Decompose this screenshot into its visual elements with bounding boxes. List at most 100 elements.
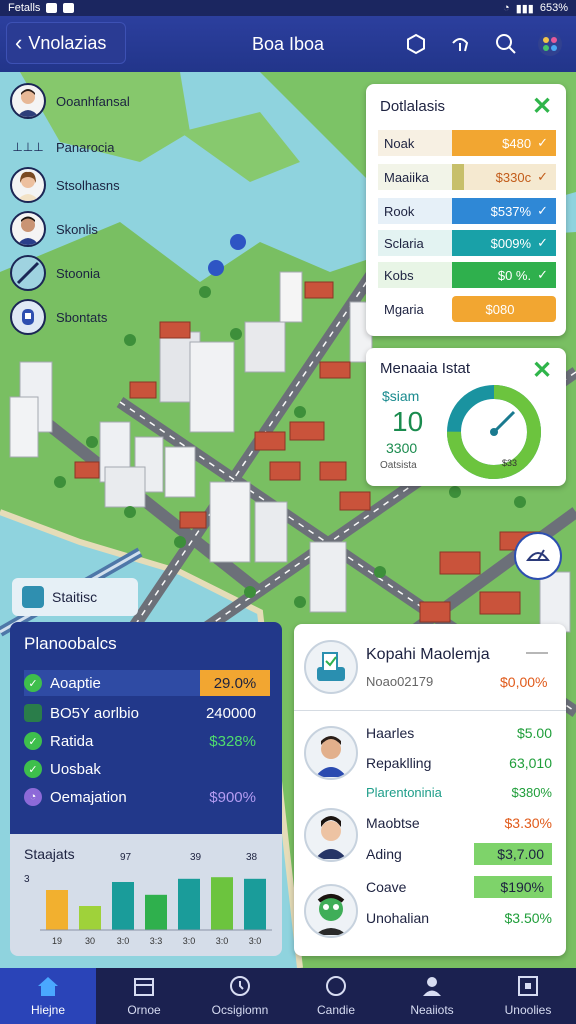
stats-value: 29.0% [200, 670, 270, 696]
detail-label: Mgaria [384, 301, 424, 317]
row-label: Plarentoninia [366, 784, 442, 800]
row-value: $3.50% [504, 910, 552, 926]
check-icon: ✓ [537, 203, 548, 218]
detail-row[interactable]: Mgaria $080 [378, 296, 556, 322]
chart-bar [244, 878, 266, 930]
status-bar: Fetalls ◔ ▮▮▮ 653% [0, 0, 576, 16]
nav-person[interactable]: Neaiiots [384, 968, 480, 1024]
stats-label: Uosbak [50, 760, 101, 778]
detail-row[interactable]: Maaiika $330c ✓ [378, 164, 556, 190]
chart-bar [145, 894, 167, 930]
nav-label: Ocsigiomn [211, 1003, 269, 1017]
check-icon: ✓ [537, 169, 548, 184]
chart-x-label: 3:0 [249, 936, 262, 946]
nav-label: Unoolies [504, 1003, 552, 1017]
search-icon[interactable] [492, 30, 520, 58]
status-left-text: Fetalls [8, 2, 41, 14]
stats-row[interactable]: ◔ Oemajation $900% [24, 784, 270, 810]
list-item[interactable]: Sbontats [10, 298, 107, 336]
settings-icon[interactable] [536, 30, 564, 58]
notification-icon [46, 3, 58, 13]
profile-row[interactable]: Haarles $5.00 [366, 720, 552, 746]
person-name: Ooanhfansal [56, 93, 130, 109]
stats-row[interactable]: BO5Y aorlbio 240000 [24, 700, 270, 726]
row-value: $5.00 [516, 725, 552, 741]
back-button-label: Vnolazias [28, 32, 107, 53]
gauge-title: Menaaia Istat [380, 360, 471, 377]
row-label: Haarles [366, 725, 415, 741]
chart-x-label: 3:0 [183, 936, 196, 946]
chart-x-label: 3:0 [117, 936, 130, 946]
signal-icon: ▮▮▮ [515, 2, 534, 15]
detail-label: Rook [378, 198, 452, 224]
square-icon [518, 976, 538, 996]
profile-row[interactable]: Plarentoninia $380% [366, 779, 552, 805]
person-name: Panarocia [56, 139, 115, 155]
avatar [304, 808, 358, 862]
compass-button[interactable] [514, 532, 562, 580]
gauge-icon [447, 385, 541, 479]
list-item[interactable]: Stoonia [10, 254, 100, 292]
profile-avatar [304, 640, 358, 694]
nav-circle[interactable]: Candie [288, 968, 384, 1024]
list-item[interactable]: Skonlis [10, 210, 98, 248]
nav-square[interactable]: Unoolies [480, 968, 576, 1024]
detail-row[interactable]: Kobs $0 %. ✓ [378, 262, 556, 288]
profile-row[interactable]: Maobtse $3.30% [366, 810, 552, 836]
gauge-sub-value: 3300 [386, 440, 418, 456]
chart-panel: Staajats 97 39 38 3 19 30 3:0 3:3 3:0 3:0 3:0 [10, 834, 282, 956]
wifi-icon: ◔ [503, 2, 510, 14]
check-icon: ✓ [24, 760, 42, 778]
stats-row[interactable]: ✓ Aoaptie 29.0% [24, 670, 270, 696]
detail-row[interactable]: Sclaria $009% ✓ [378, 230, 556, 256]
nav-clock[interactable]: Ocsigiomn [192, 968, 288, 1024]
hanger-icon[interactable] [446, 30, 474, 58]
person-name: Stsolhasns [56, 177, 120, 193]
avatar [10, 167, 46, 203]
detail-value: $480 ✓ [452, 130, 556, 156]
hexagon-icon[interactable] [402, 30, 430, 58]
stats-value: $900% [209, 788, 256, 806]
stats-chip[interactable]: Staitisc [12, 578, 138, 616]
detail-label: Noak [378, 130, 452, 156]
detail-label: Kobs [378, 262, 452, 288]
row-value: $190% [474, 876, 552, 898]
detail-row[interactable]: Noak $480 ✓ [378, 130, 556, 156]
profile-row[interactable]: Unohalian $3.50% [366, 905, 552, 931]
profile-row[interactable]: Repaklling 63,010 [366, 750, 552, 776]
back-button[interactable]: ‹ Vnolazias [6, 22, 126, 64]
stats-value: $328% [209, 732, 256, 750]
chart-bar [79, 906, 101, 930]
row-label: Maobtse [366, 815, 420, 831]
nav-label: Hiejne [30, 1003, 66, 1017]
circle-icon [326, 976, 346, 996]
stats-label: Aoaptie [50, 674, 101, 692]
nav-home[interactable]: Hiejne [0, 968, 96, 1024]
close-icon[interactable]: ✕ [532, 92, 552, 121]
stats-row[interactable]: ✓ Ratida $328% [24, 728, 270, 754]
close-icon[interactable]: ✕ [532, 356, 552, 385]
profile-row[interactable]: Coave $190% [366, 874, 552, 900]
list-item[interactable]: ⊥⊥⊥ Panarocia [10, 128, 115, 166]
detail-value: $537% ✓ [452, 198, 556, 224]
nav-store[interactable]: Ornoe [96, 968, 192, 1024]
home-icon [38, 977, 58, 996]
stats-row[interactable]: ✓ Uosbak [24, 756, 270, 782]
list-item[interactable]: Ooanhfansal [10, 82, 130, 120]
detail-row[interactable]: Rook $537% ✓ [378, 198, 556, 224]
detail-label: Sclaria [378, 230, 452, 256]
row-value: 63,010 [509, 755, 552, 771]
profile-row[interactable]: Ading $3,7.00 [366, 841, 552, 867]
avatar [10, 211, 46, 247]
list-item[interactable]: Stsolhasns [10, 166, 120, 204]
chart-bar [112, 882, 134, 930]
stats-label: BO5Y aorlbio [50, 704, 139, 722]
person-icon [423, 977, 441, 996]
chart-bar [178, 878, 200, 930]
chart-x-label: 19 [52, 936, 62, 946]
stats-value: 240000 [205, 704, 256, 722]
avatar [304, 884, 358, 938]
check-icon: ✓ [537, 267, 548, 282]
square-icon [24, 704, 42, 722]
minimize-icon[interactable] [526, 652, 548, 654]
